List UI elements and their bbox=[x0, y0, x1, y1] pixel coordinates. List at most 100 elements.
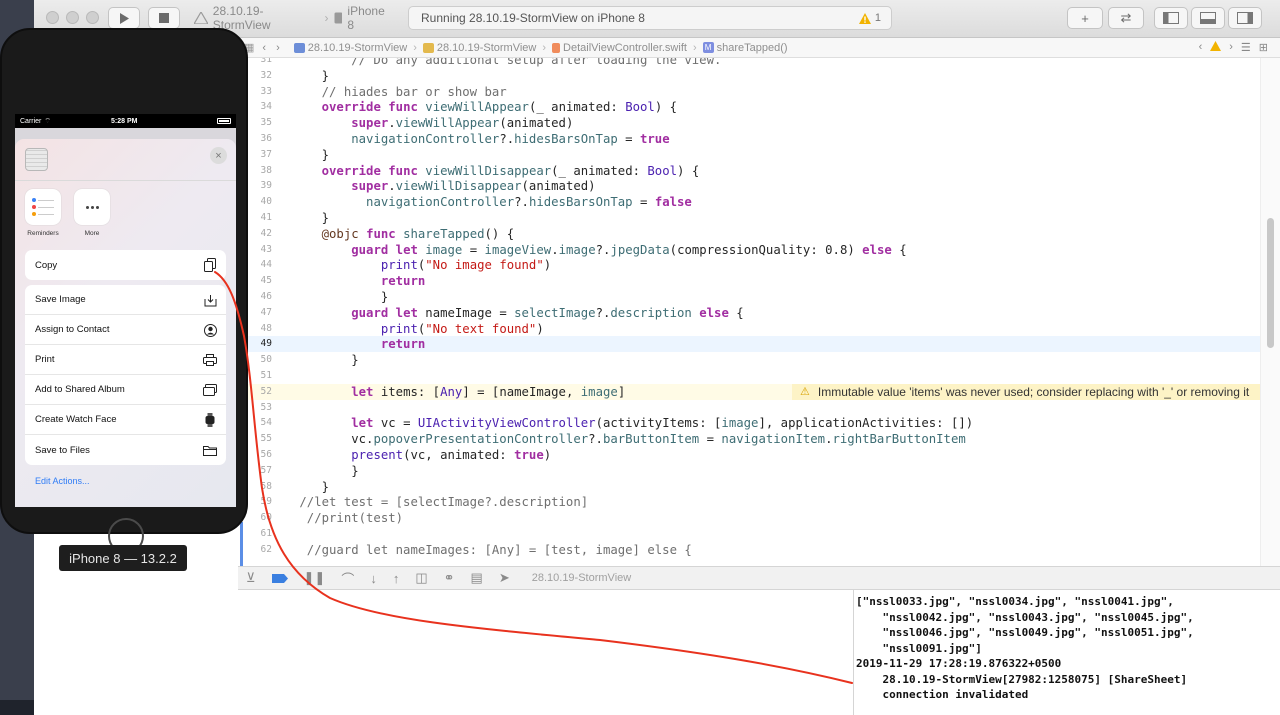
inline-warning-message[interactable]: ⚠ Immutable value 'items' was never used;… bbox=[792, 383, 1260, 400]
zoom-window-button[interactable] bbox=[86, 11, 99, 24]
toggle-debug-area-button[interactable] bbox=[1191, 7, 1225, 29]
close-window-button[interactable] bbox=[46, 11, 59, 24]
code-line[interactable]: 57 } bbox=[238, 463, 1260, 479]
warning-count: 1 bbox=[874, 12, 881, 24]
editor-options-icon[interactable]: ☰ bbox=[1241, 41, 1251, 54]
code-text: super.viewWillDisappear(animated) bbox=[351, 179, 596, 194]
action-save-to-files[interactable]: Save to Files bbox=[25, 435, 226, 465]
breakpoints-toggle-icon[interactable] bbox=[271, 573, 288, 583]
simulator-device-label: iPhone 8 — 13.2.2 bbox=[59, 545, 187, 571]
action-create-watch-face[interactable]: Create Watch Face bbox=[25, 405, 226, 435]
jump-bar: ▦ ‹ › 28.10.19-StormView › 28.10.19-Stor… bbox=[238, 38, 1280, 58]
warning-indicator[interactable]: 1 bbox=[858, 12, 881, 24]
step-out-icon[interactable]: ↑ bbox=[393, 571, 400, 586]
toggle-navigator-button[interactable] bbox=[1154, 7, 1188, 29]
share-app-reminders[interactable]: Reminders bbox=[25, 189, 61, 237]
code-line[interactable]: 45 return bbox=[238, 273, 1260, 289]
status-time: 5:28 PM bbox=[111, 117, 138, 125]
code-text: //guard let nameImages: [Any] = [test, i… bbox=[292, 542, 692, 557]
contact-icon bbox=[203, 323, 217, 337]
simulate-location-icon[interactable]: ➤ bbox=[499, 570, 510, 586]
share-sheet-close-button[interactable]: × bbox=[210, 147, 227, 164]
view-hierarchy-icon[interactable]: ◫ bbox=[415, 570, 427, 586]
code-line[interactable]: 55 vc.popoverPresentationController?.bar… bbox=[238, 431, 1260, 447]
previous-issue-icon[interactable]: ‹ bbox=[1199, 41, 1203, 54]
action-label: Add to Shared Album bbox=[35, 384, 125, 395]
toggle-inspector-button[interactable] bbox=[1228, 7, 1262, 29]
code-line[interactable]: 31 // Do any additional setup after load… bbox=[238, 58, 1260, 68]
variables-view[interactable] bbox=[238, 590, 854, 715]
action-copy[interactable]: Copy bbox=[25, 250, 226, 280]
share-app-more[interactable]: More bbox=[74, 189, 110, 237]
action-add-to-shared-album[interactable]: Add to Shared Album bbox=[25, 375, 226, 405]
code-line[interactable]: 32 } bbox=[238, 68, 1260, 84]
scheme-selector[interactable]: 28.10.19-StormView › iPhone 8 bbox=[194, 4, 394, 32]
code-line[interactable]: 42 @objc func shareTapped() { bbox=[238, 226, 1260, 242]
code-line[interactable]: 36 navigationController?.hidesBarsOnTap … bbox=[238, 131, 1260, 147]
action-label: Save Image bbox=[35, 294, 86, 305]
code-line[interactable]: 60 //print(test) bbox=[238, 510, 1260, 526]
code-line[interactable]: 61 bbox=[238, 526, 1260, 542]
warning-icon bbox=[858, 12, 871, 24]
library-button[interactable]: + bbox=[1067, 7, 1103, 29]
code-line[interactable]: 56 present(vc, animated: true) bbox=[238, 447, 1260, 463]
run-button[interactable] bbox=[108, 7, 140, 29]
add-editor-icon[interactable]: ⊞ bbox=[1259, 41, 1268, 54]
code-review-button[interactable]: ⇄ bbox=[1108, 7, 1144, 29]
code-line[interactable]: 47 guard let nameImage = selectImage?.de… bbox=[238, 305, 1260, 321]
breadcrumb-project[interactable]: 28.10.19-StormView bbox=[293, 42, 407, 54]
code-line[interactable]: 39 super.viewWillDisappear(animated) bbox=[238, 178, 1260, 194]
forward-arrow-icon[interactable]: › bbox=[276, 42, 280, 54]
console-output[interactable]: ["nssl0033.jpg", "nssl0034.jpg", "nssl00… bbox=[854, 590, 1280, 715]
code-line[interactable]: 54 let vc = UIActivityViewController(act… bbox=[238, 415, 1260, 431]
hide-debug-area-icon[interactable]: ⊻ bbox=[246, 570, 256, 586]
code-line[interactable]: 44 print("No image found") bbox=[238, 257, 1260, 273]
action-label: Save to Files bbox=[35, 444, 90, 456]
scrollbar-knob[interactable] bbox=[1267, 218, 1274, 348]
code-line[interactable]: 62 //guard let nameImages: [Any] = [test… bbox=[238, 542, 1260, 558]
play-icon bbox=[120, 12, 129, 24]
simulator-screen[interactable]: Carrier ⌔ 5:28 PM × Reminders More Copy … bbox=[15, 114, 236, 507]
share-sheet-header: × bbox=[15, 139, 236, 181]
editor-scrollbar[interactable] bbox=[1260, 58, 1280, 566]
code-line[interactable]: 50 } bbox=[238, 352, 1260, 368]
memory-graph-icon[interactable]: ⚭ bbox=[444, 570, 455, 586]
code-line[interactable]: 34 override func viewWillAppear(_ animat… bbox=[238, 99, 1260, 115]
code-line[interactable]: 41 } bbox=[238, 210, 1260, 226]
code-line[interactable]: 48 print("No text found") bbox=[238, 321, 1260, 337]
code-line[interactable]: 35 super.viewWillAppear(animated) bbox=[238, 115, 1260, 131]
pause-icon[interactable]: ❚❚ bbox=[304, 570, 326, 586]
stop-button[interactable] bbox=[148, 7, 180, 29]
warning-icon: ⚠ bbox=[800, 386, 810, 399]
step-into-icon[interactable]: ↓ bbox=[370, 571, 377, 586]
step-over-icon[interactable]: ⌒ bbox=[341, 569, 354, 588]
code-line[interactable]: 51 bbox=[238, 368, 1260, 384]
code-line[interactable]: 53 bbox=[238, 400, 1260, 416]
code-line[interactable]: 33 // hiades bar or show bar bbox=[238, 84, 1260, 100]
console-line: "nssl0046.jpg", "nssl0049.jpg", "nssl005… bbox=[856, 626, 1194, 639]
action-save-image[interactable]: Save Image bbox=[25, 285, 226, 315]
chevron-right-icon: › bbox=[542, 41, 547, 54]
action-assign-to-contact[interactable]: Assign to Contact bbox=[25, 315, 226, 345]
console-line: "nssl0042.jpg", "nssl0043.jpg", "nssl004… bbox=[856, 610, 1194, 624]
line-number: 62 bbox=[260, 543, 272, 555]
breadcrumb-method[interactable]: M shareTapped() bbox=[702, 42, 788, 54]
environment-overrides-icon[interactable]: ▤ bbox=[471, 570, 483, 586]
code-line[interactable]: 59 //let test = [selectImage?.descriptio… bbox=[238, 494, 1260, 510]
code-editor[interactable]: 31 // Do any additional setup after load… bbox=[238, 58, 1260, 566]
edit-actions-link[interactable]: Edit Actions... bbox=[35, 476, 90, 486]
next-issue-icon[interactable]: › bbox=[1229, 41, 1233, 54]
minimize-window-button[interactable] bbox=[66, 11, 79, 24]
code-line[interactable]: 46 } bbox=[238, 289, 1260, 305]
code-line[interactable]: 49 return bbox=[238, 336, 1260, 353]
action-print[interactable]: Print bbox=[25, 345, 226, 375]
code-line[interactable]: 43 guard let image = imageView.image?.jp… bbox=[238, 242, 1260, 258]
code-line[interactable]: 38 override func viewWillDisappear(_ ani… bbox=[238, 163, 1260, 179]
code-line[interactable]: 40 navigationController?.hidesBarsOnTap … bbox=[238, 194, 1260, 210]
code-line[interactable]: 58 } bbox=[238, 479, 1260, 495]
breadcrumb-file[interactable]: DetailViewController.swift bbox=[552, 42, 687, 54]
back-arrow-icon[interactable]: ‹ bbox=[262, 42, 266, 54]
breadcrumb-folder[interactable]: 28.10.19-StormView bbox=[422, 42, 536, 54]
code-text: guard let image = imageView.image?.jpegD… bbox=[351, 242, 907, 257]
code-line[interactable]: 37 } bbox=[238, 147, 1260, 163]
